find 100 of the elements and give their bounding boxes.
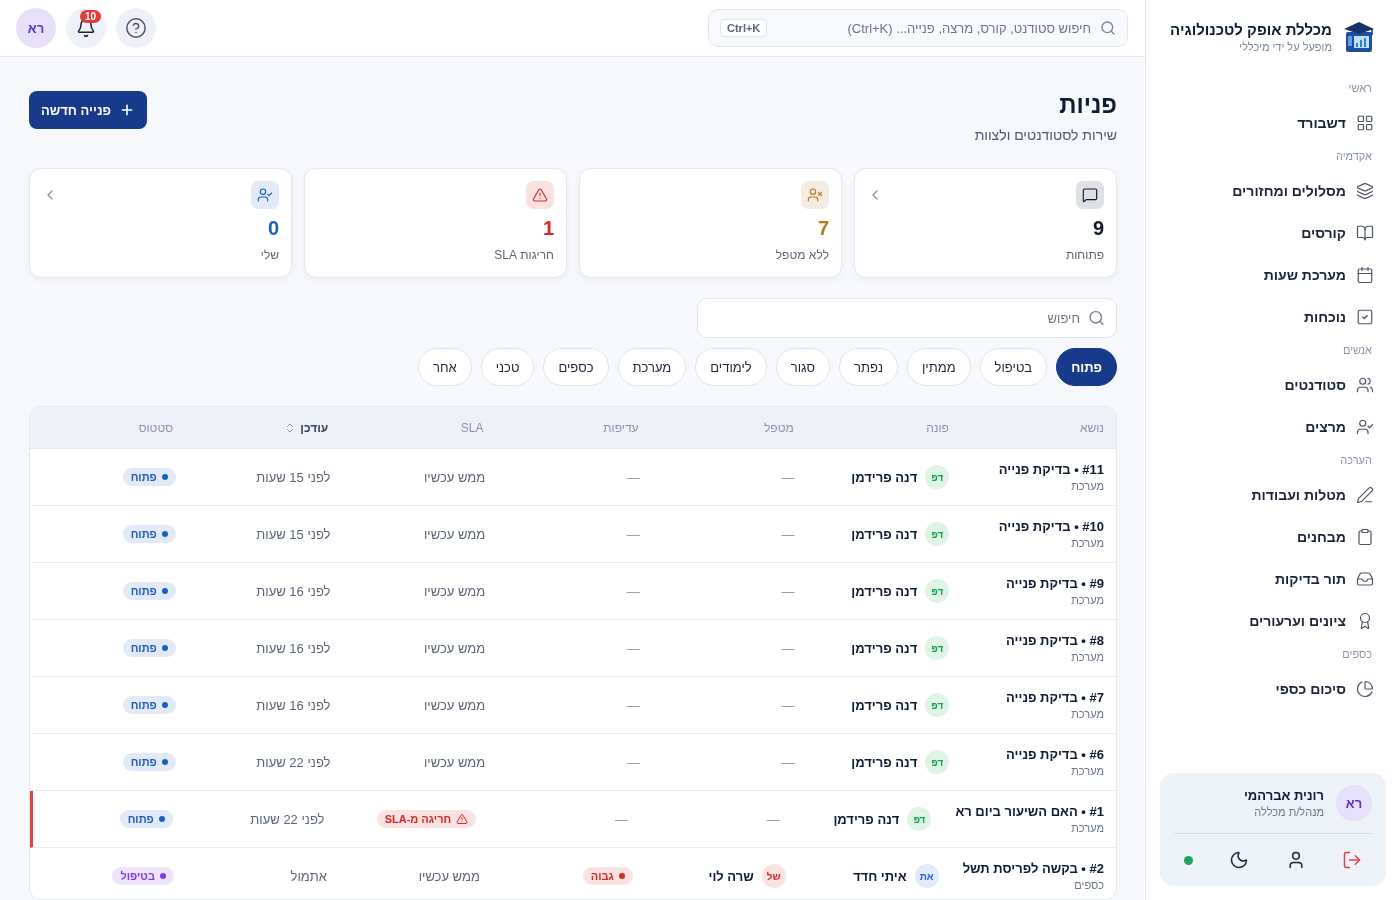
column-header: פונה xyxy=(925,419,950,437)
empty-dash: — xyxy=(626,469,640,485)
search-icon xyxy=(1088,309,1105,327)
requester-avatar: דפ xyxy=(925,579,950,603)
calendar-icon xyxy=(1356,266,1374,284)
help-icon xyxy=(125,17,147,39)
empty-dash: — xyxy=(614,811,628,827)
sidebar-item[interactable]: מרצים xyxy=(1160,406,1386,448)
user-avatar: רא xyxy=(1336,785,1372,821)
search-field[interactable]: חיפוש xyxy=(697,298,1117,338)
new-request-button[interactable]: פנייה חדשה xyxy=(29,91,147,129)
stat-value: 9 xyxy=(1092,217,1104,240)
request-category: מערכת xyxy=(1070,765,1104,777)
sla-breach-tag: חריגה מ-SLA xyxy=(376,810,477,828)
column-header: עדיפות xyxy=(602,419,640,437)
notification-count: 10 xyxy=(80,10,102,23)
sidebar-item[interactable]: מטלות ועבודות xyxy=(1160,474,1386,516)
page-subtitle: שירות לסטודנטים ולצוות xyxy=(974,127,1117,143)
filter-chip[interactable]: בטיפול xyxy=(979,348,1048,386)
sidebar-item[interactable]: תור בדיקות xyxy=(1160,558,1386,600)
requester-name: דנה פרידמן xyxy=(851,697,918,713)
request-topic[interactable]: #7 • בדיקת פנייה xyxy=(973,690,1104,705)
filter-chip[interactable]: פתוח xyxy=(1056,348,1117,386)
status-tag: פתוח xyxy=(122,753,176,771)
book-icon xyxy=(1356,224,1374,242)
sidebar-item[interactable]: קורסים xyxy=(1160,212,1386,254)
requester-avatar: דפ xyxy=(925,693,950,717)
request-category: כספים xyxy=(1073,879,1104,891)
requester-name: דנה פרידמן xyxy=(851,526,918,542)
filter-chip[interactable]: לימודים xyxy=(695,348,767,386)
user-avatar-button[interactable]: רא xyxy=(16,8,56,48)
empty-dash: — xyxy=(781,469,795,485)
filter-chip[interactable]: אחר xyxy=(418,348,472,386)
layers-icon xyxy=(1356,182,1374,200)
sidebar-item[interactable]: דשבורד xyxy=(1160,102,1386,144)
filter-chip[interactable]: סגור xyxy=(775,348,831,386)
filter-chip[interactable]: כספים xyxy=(543,348,609,386)
request-topic[interactable]: #6 • בדיקת פנייה xyxy=(973,747,1104,762)
empty-dash: — xyxy=(626,640,640,656)
sla-text: ממש עכשיו xyxy=(423,583,486,599)
updated-time: לפני 15 שעות xyxy=(256,526,331,542)
stat-label: חריגות SLA xyxy=(494,248,554,262)
empty-dash: — xyxy=(781,697,795,713)
inbox-icon xyxy=(1356,570,1374,588)
nav-section-heading: אנשים xyxy=(1341,344,1373,356)
sidebar-item[interactable]: ציונים וערעורים xyxy=(1160,600,1386,642)
notifications-button[interactable]: 10 xyxy=(66,8,106,48)
requester-name: דנה פרידמן xyxy=(851,640,918,656)
empty-dash: — xyxy=(781,583,795,599)
empty-dash: — xyxy=(626,583,640,599)
sidebar-item[interactable]: נוכחות xyxy=(1160,296,1386,338)
plus-icon xyxy=(119,102,135,118)
request-category: מערכת xyxy=(1070,537,1104,549)
sidebar-item[interactable]: מערכת שעות xyxy=(1160,254,1386,296)
nav-section-heading: הערכה xyxy=(1339,454,1373,466)
status-tag: פתוח xyxy=(122,582,176,600)
brand-title: מכללת אופק לטכנולוגיה xyxy=(1170,21,1332,38)
sidebar-item[interactable]: מסלולים ומחזורים xyxy=(1160,170,1386,212)
sidebar-item[interactable]: מבחנים xyxy=(1160,516,1386,558)
request-category: מערכת xyxy=(1070,594,1104,606)
sla-text: ממש עכשיו xyxy=(423,754,486,770)
filter-chip[interactable]: ממתין xyxy=(906,348,971,386)
filter-chip[interactable]: נפתר xyxy=(839,348,898,386)
help-button[interactable] xyxy=(116,8,156,48)
empty-dash: — xyxy=(626,754,640,770)
logout-button[interactable] xyxy=(1342,850,1362,870)
empty-dash: — xyxy=(626,697,640,713)
dashboard-icon xyxy=(1356,114,1374,132)
request-topic[interactable]: #9 • בדיקת פנייה xyxy=(973,576,1104,591)
sidebar-item[interactable]: סטודנטים xyxy=(1160,364,1386,406)
sla-text: ממש עכשיו xyxy=(423,526,486,542)
updated-time: לפני 16 שעות xyxy=(256,640,331,656)
request-topic[interactable]: #8 • בדיקת פנייה xyxy=(973,633,1104,648)
request-topic[interactable]: #1 • האם השיעור ביום רא xyxy=(955,804,1104,819)
dark-mode-button[interactable] xyxy=(1229,850,1250,870)
request-category: מערכת xyxy=(1070,480,1104,492)
filter-chip[interactable]: טכני xyxy=(480,348,535,386)
search-icon xyxy=(1100,20,1116,36)
sla-text: ממש עכשיו xyxy=(423,640,486,656)
sla-text: ממש עכשיו xyxy=(423,469,486,485)
status-tag: פתוח xyxy=(122,525,176,543)
requester-avatar: דפ xyxy=(925,750,950,774)
requester-avatar: דפ xyxy=(907,807,932,831)
sla-text: ממש עכשיו xyxy=(423,697,486,713)
empty-dash: — xyxy=(781,526,795,542)
status-tag: פתוח xyxy=(119,810,173,828)
clipboard-icon xyxy=(1356,528,1374,546)
nav-section-heading: אקדמיה xyxy=(1334,150,1373,162)
empty-dash: — xyxy=(781,640,795,656)
nav-section-heading: ראשי xyxy=(1347,82,1373,94)
stat-label: שלי xyxy=(260,248,279,262)
sidebar-item[interactable]: סיכום כספי xyxy=(1160,668,1386,710)
logo-icon xyxy=(1342,20,1376,54)
column-header[interactable]: עודכן xyxy=(185,407,341,448)
filter-chip[interactable]: מערכת xyxy=(617,348,687,386)
request-topic[interactable]: #2 • בקשה לפריסת תשל xyxy=(962,861,1104,876)
stat-label: פתוחות xyxy=(1065,248,1104,262)
request-topic[interactable]: #11 • בדיקת פנייה xyxy=(973,462,1104,477)
pie-chart-icon xyxy=(1356,680,1374,698)
request-topic[interactable]: #10 • בדיקת פנייה xyxy=(973,519,1104,534)
